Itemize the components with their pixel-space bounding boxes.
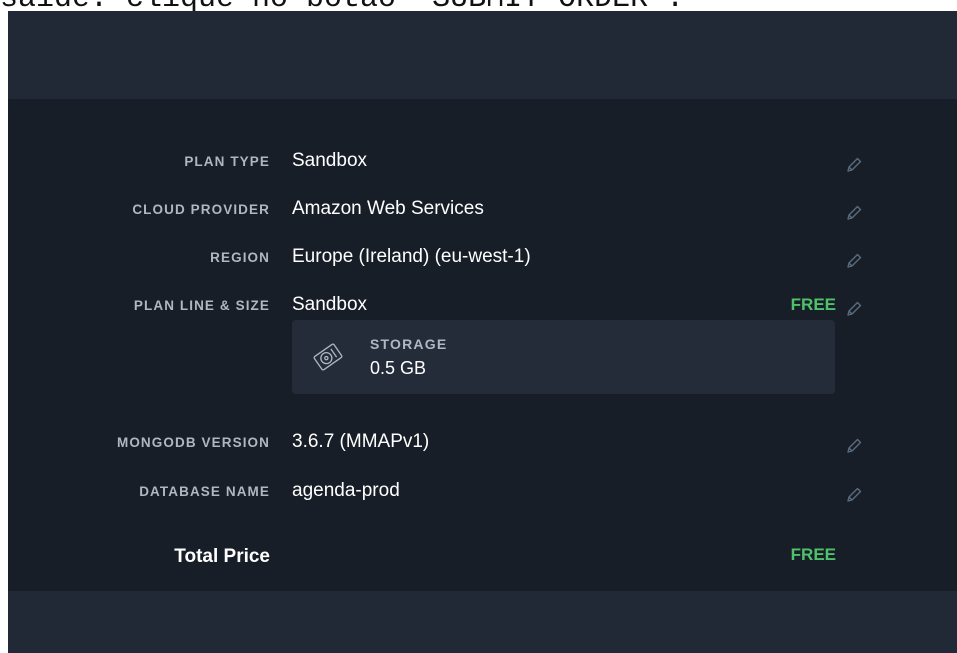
region-value: Europe (Ireland) (eu-west-1) bbox=[292, 246, 531, 267]
database-name-value: agenda-prod bbox=[292, 480, 400, 501]
row-database-name: DATABASE NAME agenda-prod bbox=[8, 479, 957, 507]
cloud-provider-label: CLOUD PROVIDER bbox=[132, 202, 270, 217]
pencil-icon[interactable] bbox=[844, 155, 864, 175]
total-price-value: FREE bbox=[790, 545, 836, 564]
pencil-icon[interactable] bbox=[844, 436, 864, 456]
order-summary-page: saide: clique no botão "SUBMIT ORDER". P… bbox=[0, 0, 957, 653]
row-total-price: Total Price FREE bbox=[8, 543, 957, 571]
pencil-icon[interactable] bbox=[844, 485, 864, 505]
storage-info-box: STORAGE 0.5 GB bbox=[292, 320, 835, 394]
plan-type-label: PLAN TYPE bbox=[184, 154, 270, 169]
cluster-summary: PLAN TYPE Sandbox CLOUD PROVIDER Amazon … bbox=[8, 99, 957, 591]
row-plan-line-size: PLAN LINE & SIZE Sandbox FREE bbox=[8, 293, 957, 321]
row-plan-type: PLAN TYPE Sandbox bbox=[8, 149, 957, 177]
row-region: REGION Europe (Ireland) (eu-west-1) bbox=[8, 245, 957, 273]
total-price-label: Total Price bbox=[174, 546, 270, 567]
mongodb-version-label: MONGODB VERSION bbox=[116, 435, 270, 450]
pencil-icon[interactable] bbox=[844, 251, 864, 271]
storage-value: 0.5 GB bbox=[370, 358, 427, 378]
summary-panel: PLAN TYPE Sandbox CLOUD PROVIDER Amazon … bbox=[8, 11, 957, 653]
region-label: REGION bbox=[210, 250, 270, 265]
pencil-icon[interactable] bbox=[844, 299, 864, 319]
mongodb-version-value: 3.6.7 (MMAPv1) bbox=[292, 431, 430, 452]
row-cloud-provider: CLOUD PROVIDER Amazon Web Services bbox=[8, 197, 957, 225]
cloud-provider-value: Amazon Web Services bbox=[292, 198, 484, 219]
storage-label: STORAGE bbox=[370, 336, 448, 352]
plan-price-badge: FREE bbox=[790, 295, 836, 314]
plan-type-value: Sandbox bbox=[292, 150, 368, 171]
database-name-label: DATABASE NAME bbox=[139, 484, 270, 499]
plan-line-size-label: PLAN LINE & SIZE bbox=[133, 298, 270, 313]
panel-footer-area bbox=[8, 591, 957, 653]
disk-icon bbox=[313, 343, 343, 371]
plan-line-size-value: Sandbox bbox=[292, 294, 368, 315]
panel-header-area bbox=[8, 11, 957, 99]
pencil-icon[interactable] bbox=[844, 203, 864, 223]
row-mongodb-version: MONGODB VERSION 3.6.7 (MMAPv1) bbox=[8, 430, 957, 458]
